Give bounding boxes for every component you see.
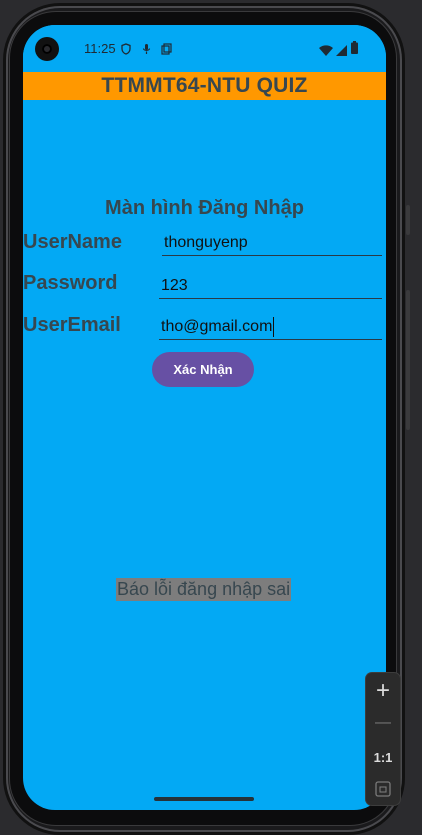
- mic-icon: [142, 42, 151, 60]
- status-bar: 11:25: [23, 25, 386, 71]
- shield-icon: [121, 42, 131, 60]
- email-value: tho@gmail.com: [161, 318, 273, 335]
- password-value: 123: [161, 277, 188, 294]
- username-input[interactable]: thonguyenp: [162, 231, 382, 256]
- login-screen-title: Màn hình Đăng Nhập: [105, 197, 304, 219]
- home-indicator[interactable]: [154, 797, 254, 801]
- app-bar: TTMMT64-NTU QUIZ: [23, 72, 386, 100]
- password-label: Password: [23, 272, 118, 294]
- email-input[interactable]: tho@gmail.com: [159, 315, 382, 340]
- email-label: UserEmail: [23, 314, 121, 336]
- zoom-out-button[interactable]: —: [366, 711, 400, 735]
- phone-screen: 11:25 TTMMT64-NTU QUIZ Màn hình Đăng Nhậ…: [23, 25, 386, 810]
- device-volume-button: [406, 290, 410, 430]
- battery-icon: [351, 41, 358, 59]
- fit-screen-icon[interactable]: [366, 781, 400, 802]
- signal-icon: [336, 43, 347, 61]
- wifi-icon: [319, 43, 333, 61]
- zoom-in-button[interactable]: +: [366, 677, 400, 705]
- username-value: thonguyenp: [164, 234, 248, 251]
- password-input[interactable]: 123: [159, 274, 382, 299]
- status-time: 11:25: [84, 41, 116, 56]
- username-label: UserName: [23, 231, 122, 253]
- login-error-message: Báo lỗi đăng nhập sai: [116, 578, 292, 601]
- device-power-button: [406, 205, 410, 235]
- actual-size-button[interactable]: 1:1: [366, 749, 400, 767]
- confirm-button[interactable]: Xác Nhận: [152, 352, 254, 387]
- screenshot-icon: [161, 42, 172, 60]
- emulator-zoom-panel: + — 1:1: [366, 673, 400, 805]
- app-title: TTMMT64-NTU QUIZ: [101, 74, 308, 97]
- front-camera: [35, 37, 59, 61]
- text-cursor: [273, 316, 275, 337]
